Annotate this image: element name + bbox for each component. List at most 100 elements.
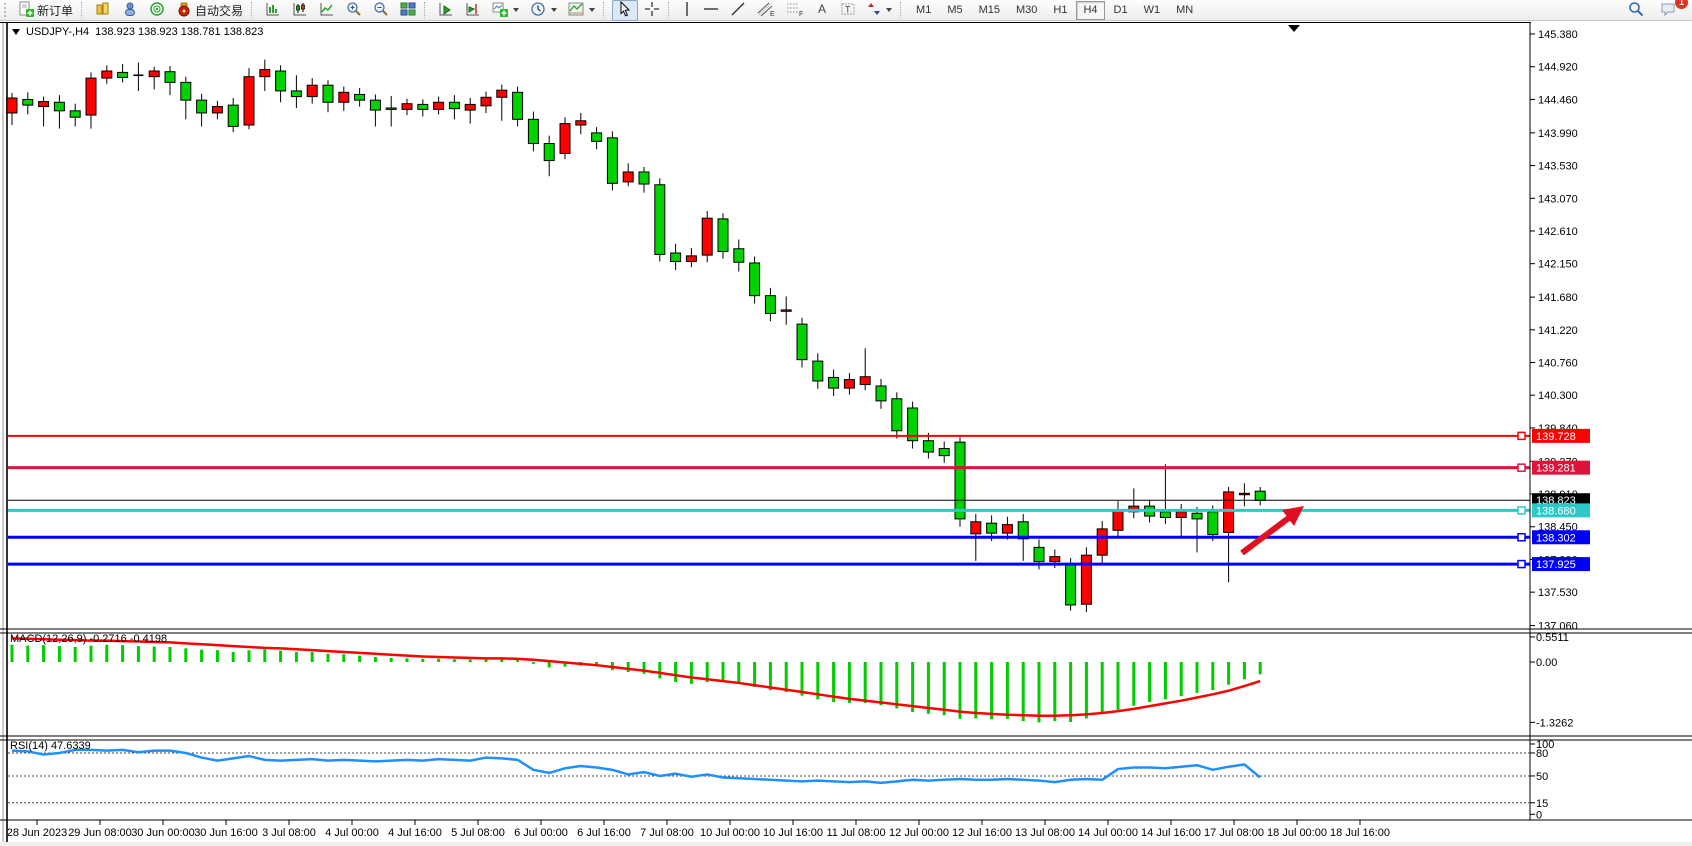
auto-scroll-button[interactable]	[433, 0, 459, 21]
line-handle[interactable]	[1518, 464, 1525, 471]
time-tick-label: 18 Jul 00:00	[1267, 827, 1327, 839]
candle-body	[971, 522, 981, 534]
dropdown-arrow-icon	[513, 8, 519, 12]
candle-body	[718, 219, 728, 252]
rsi-tick-label: 50	[1536, 771, 1548, 783]
new-order-button[interactable]: 新订单	[13, 0, 78, 21]
candle-body	[544, 144, 554, 161]
signal-icon	[149, 1, 165, 20]
candle-body	[955, 442, 965, 519]
vertical-line-button[interactable]	[677, 0, 697, 21]
chart-window[interactable]: USDJPY-,H4 138.923 138.923 138.781 138.8…	[0, 22, 1692, 846]
rsi-tick-label: 15	[1536, 798, 1548, 810]
search-button[interactable]	[1623, 0, 1649, 21]
separator	[900, 2, 906, 18]
fibonacci-button[interactable]: F	[781, 0, 809, 21]
timeframe-m15[interactable]: M15	[972, 1, 1007, 20]
candle-body	[291, 91, 301, 97]
tile-windows-button[interactable]	[395, 0, 421, 21]
text-label-button[interactable]: T	[835, 0, 861, 21]
timeframe-h4[interactable]: H4	[1076, 1, 1104, 20]
timeframe-w1[interactable]: W1	[1137, 1, 1168, 20]
price-tick-label: 140.760	[1538, 358, 1578, 370]
candle-body	[671, 253, 681, 262]
crosshair-button[interactable]	[639, 0, 665, 21]
auto-trading-button[interactable]: 自动交易	[171, 0, 248, 21]
candle-body	[1255, 491, 1265, 500]
candle-body	[639, 172, 649, 184]
svg-text:E: E	[770, 11, 775, 17]
candle-body	[54, 102, 64, 111]
time-tick-label: 18 Jul 16:00	[1330, 827, 1390, 839]
templates-button[interactable]	[563, 0, 600, 21]
timeframe-m5[interactable]: M5	[940, 1, 969, 20]
auto-scroll-icon	[438, 1, 454, 20]
candle-body	[1239, 493, 1249, 494]
market-watch-button[interactable]	[117, 0, 143, 21]
candle-body	[1176, 512, 1186, 518]
candle-body	[860, 377, 870, 385]
candle-body	[1160, 512, 1170, 518]
candle-body	[355, 94, 365, 100]
timeframe-d1[interactable]: D1	[1107, 1, 1135, 20]
line-chart-icon	[319, 1, 335, 20]
candle-body	[592, 133, 602, 142]
candle-body	[781, 310, 791, 311]
time-tick-label: 5 Jul 08:00	[451, 827, 505, 839]
timeframe-h1[interactable]: H1	[1046, 1, 1074, 20]
new-chart-button[interactable]	[487, 0, 524, 21]
horizontal-line-button[interactable]	[698, 0, 724, 21]
zoom-in-button[interactable]	[341, 0, 367, 21]
collapse-icon[interactable]	[12, 29, 20, 35]
tile-windows-icon	[400, 1, 416, 20]
candlestick-chart-icon	[292, 1, 308, 20]
trendline-button[interactable]	[725, 0, 751, 21]
macd-tick-label: 0.00	[1536, 657, 1557, 669]
timeframe-m30[interactable]: M30	[1009, 1, 1044, 20]
line-handle[interactable]	[1518, 561, 1525, 568]
zoom-out-button[interactable]	[368, 0, 394, 21]
notification-badge: 1	[1675, 0, 1688, 9]
equidistant-channel-button[interactable]: E	[752, 0, 780, 21]
price-tick-label: 143.070	[1538, 193, 1578, 205]
timeframe-m1[interactable]: M1	[909, 1, 938, 20]
time-tick-label: 30 Jun 16:00	[194, 827, 258, 839]
line-handle[interactable]	[1518, 534, 1525, 541]
toolbar-grip[interactable]	[4, 3, 10, 17]
arrow-annotation[interactable]	[1242, 517, 1290, 553]
fibonacci-icon: F	[786, 1, 804, 20]
rsi-line	[12, 750, 1260, 783]
notifications-button[interactable]: 1	[1655, 0, 1682, 21]
chart-shift-button[interactable]	[460, 0, 486, 21]
signals-button[interactable]	[144, 0, 170, 21]
arrows-button[interactable]	[862, 0, 897, 21]
text-button[interactable]: A	[810, 0, 834, 21]
price-tick-label: 145.380	[1538, 29, 1578, 41]
candle-body	[118, 72, 128, 77]
rsi-indicator-label: RSI(14) 47.6339	[10, 740, 91, 752]
equidistant-channel-icon: E	[757, 1, 775, 20]
line-chart-button[interactable]	[314, 0, 340, 21]
candle-body	[923, 441, 933, 452]
candlestick-chart-button[interactable]	[287, 0, 313, 21]
candle-body	[702, 218, 712, 255]
periods-clock-button[interactable]	[525, 0, 562, 21]
line-handle[interactable]	[1518, 432, 1525, 439]
chart-canvas[interactable]: 145.380144.920144.460143.990143.530143.0…	[0, 22, 1692, 846]
candle-body	[1050, 557, 1060, 562]
bar-chart-button[interactable]	[260, 0, 286, 21]
price-tick-label: 144.920	[1538, 62, 1578, 74]
candle-body	[102, 71, 112, 78]
separator	[603, 2, 609, 18]
timeframe-mn[interactable]: MN	[1169, 1, 1200, 20]
candle-body	[386, 108, 396, 109]
chart-shift-marker[interactable]	[1288, 25, 1300, 32]
line-handle[interactable]	[1518, 507, 1525, 514]
tick-chart-button[interactable]	[90, 0, 116, 21]
time-tick-label: 7 Jul 08:00	[640, 827, 694, 839]
cursor-button[interactable]	[612, 0, 638, 21]
main-toolbar: 新订单 自动交易 E F A T	[0, 0, 1692, 21]
candle-body	[197, 100, 207, 113]
candle-body	[939, 449, 949, 456]
zoom-in-icon	[346, 1, 362, 20]
